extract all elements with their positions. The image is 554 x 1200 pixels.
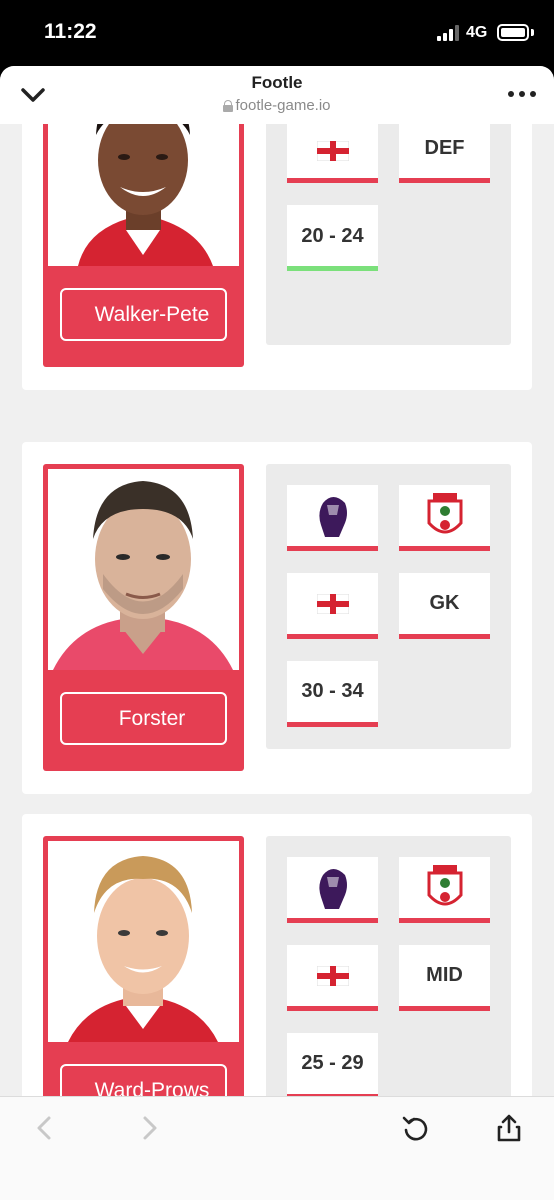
reload-icon[interactable] [401, 1113, 431, 1143]
guess-info-panel: GK 30 - 34 [266, 464, 511, 749]
position-value: DEF [424, 137, 465, 159]
premier-league-icon [319, 497, 347, 537]
position-tile: DEF [399, 117, 490, 183]
age-range-value: 20 - 24 [301, 225, 364, 247]
share-icon[interactable] [494, 1113, 524, 1143]
status-bar: 11:22 4G [0, 0, 554, 66]
player-name-button[interactable]: Forster [60, 692, 227, 745]
player-name-button[interactable]: Walker-Pete [60, 288, 227, 341]
lock-icon [223, 100, 234, 112]
league-tile [287, 485, 378, 551]
southampton-crest-icon [427, 865, 463, 906]
battery-cap [531, 29, 534, 36]
age-range-value: 25 - 29 [301, 1052, 364, 1074]
browser-toolbar [0, 1096, 554, 1200]
status-time: 11:22 [44, 20, 97, 43]
england-flag-icon [317, 966, 349, 986]
age-range-value: 30 - 34 [301, 680, 364, 702]
age-tile: 30 - 34 [287, 661, 378, 727]
url-display[interactable]: footle-game.io [0, 97, 554, 114]
player-photo-panel: Forster [43, 464, 244, 771]
player-card: Forster GK 30 - 34 [22, 442, 532, 794]
page-title: Footle [251, 73, 303, 92]
nation-tile [287, 945, 378, 1011]
nation-tile [287, 117, 378, 183]
network-type: 4G [466, 24, 488, 41]
league-tile [287, 857, 378, 923]
premier-league-icon [319, 869, 347, 909]
age-correct-indicator [287, 266, 378, 271]
browser-header: Footle footle-game.io [0, 66, 554, 124]
england-flag-icon [317, 594, 349, 614]
club-tile [399, 857, 490, 923]
position-value: MID [426, 964, 463, 986]
position-value: GK [429, 592, 460, 614]
guess-info-panel: MID 25 - 29 [266, 836, 511, 1121]
england-flag-icon [317, 141, 349, 161]
southampton-crest-icon [427, 493, 463, 534]
browser-sheet: Walker-Pete DEF 20 - 24 Forster GK 30 - … [0, 66, 554, 1200]
position-tile: MID [399, 945, 490, 1011]
club-tile [399, 485, 490, 551]
signal-strength-icon [437, 25, 459, 41]
forward-icon[interactable] [134, 1113, 164, 1143]
more-options-icon[interactable] [508, 91, 536, 99]
url-text: footle-game.io [235, 97, 331, 114]
nation-tile [287, 573, 378, 639]
position-tile: GK [399, 573, 490, 639]
back-icon[interactable] [30, 1113, 60, 1143]
player-photo [48, 469, 239, 670]
age-tile: 25 - 29 [287, 1033, 378, 1099]
age-tile: 20 - 24 [287, 205, 378, 271]
player-photo [48, 841, 239, 1042]
battery-icon [497, 24, 529, 41]
